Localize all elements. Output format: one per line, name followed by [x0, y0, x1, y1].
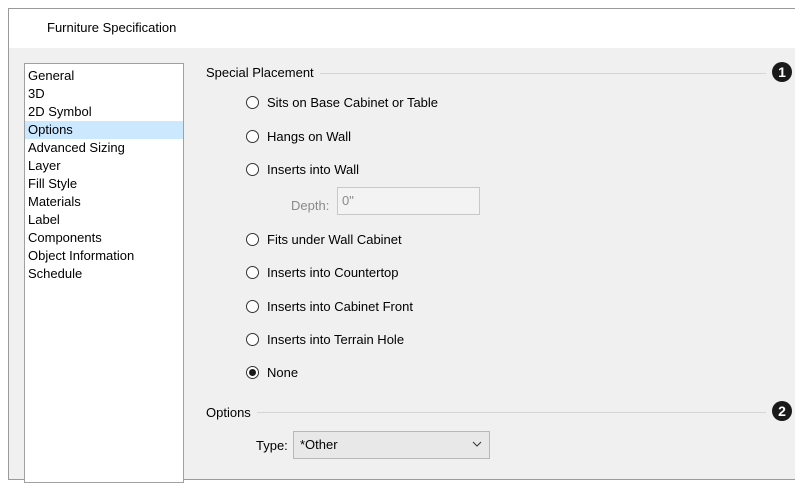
- radio-inserts-into-wall[interactable]: Inserts into Wall: [246, 160, 359, 178]
- radio-inserts-into-cabinet-front[interactable]: Inserts into Cabinet Front: [246, 297, 413, 315]
- sidebar-item-schedule[interactable]: Schedule: [25, 265, 183, 283]
- category-list[interactable]: General 3D 2D Symbol Options Advanced Si…: [24, 63, 184, 483]
- title-bar: Furniture Specification: [9, 9, 795, 48]
- radio-none[interactable]: None: [246, 363, 298, 381]
- callout-1-badge: 1: [772, 62, 792, 82]
- type-selected-value: *Other: [300, 437, 338, 452]
- radio-sits-on-base-cabinet[interactable]: Sits on Base Cabinet or Table: [246, 93, 438, 111]
- radio-button[interactable]: [246, 232, 259, 246]
- sidebar-item-2d-symbol[interactable]: 2D Symbol: [25, 103, 183, 121]
- radio-inserts-into-countertop[interactable]: Inserts into Countertop: [246, 263, 399, 281]
- sidebar-item-fill-style[interactable]: Fill Style: [25, 175, 183, 193]
- radio-label: Inserts into Countertop: [267, 264, 399, 280]
- radio-label: Inserts into Cabinet Front: [267, 298, 413, 314]
- radio-label: Inserts into Terrain Hole: [267, 331, 405, 347]
- sidebar-item-3d[interactable]: 3D: [25, 85, 183, 103]
- radio-hangs-on-wall[interactable]: Hangs on Wall: [246, 127, 351, 145]
- options-heading: Options: [206, 405, 257, 420]
- dialog-title: Furniture Specification: [47, 20, 177, 35]
- chevron-down-icon: [472, 441, 482, 447]
- sidebar-item-object-information[interactable]: Object Information: [25, 247, 183, 265]
- radio-label: Sits on Base Cabinet or Table: [267, 94, 439, 110]
- radio-label: None: [267, 364, 299, 380]
- radio-fits-under-wall-cabinet[interactable]: Fits under Wall Cabinet: [246, 230, 402, 248]
- sidebar-item-options[interactable]: Options: [25, 121, 183, 139]
- depth-field[interactable]: 0": [337, 187, 480, 215]
- radio-button-selected[interactable]: [246, 365, 259, 379]
- sidebar-item-advanced-sizing[interactable]: Advanced Sizing: [25, 139, 183, 157]
- sidebar-item-components[interactable]: Components: [25, 229, 183, 247]
- sidebar-item-materials[interactable]: Materials: [25, 193, 183, 211]
- options-divider: [206, 412, 766, 413]
- depth-label: Depth:: [291, 198, 330, 213]
- radio-inserts-into-terrain-hole[interactable]: Inserts into Terrain Hole: [246, 330, 404, 348]
- radio-label: Inserts into Wall: [267, 161, 359, 177]
- sidebar-item-layer[interactable]: Layer: [25, 157, 183, 175]
- radio-label: Hangs on Wall: [267, 128, 352, 144]
- radio-button[interactable]: [246, 95, 259, 109]
- special-placement-heading: Special Placement: [206, 65, 320, 80]
- radio-button[interactable]: [246, 299, 259, 313]
- sidebar-item-general[interactable]: General: [25, 67, 183, 85]
- callout-2-badge: 2: [772, 401, 792, 421]
- radio-button[interactable]: [246, 265, 259, 279]
- radio-button[interactable]: [246, 129, 259, 143]
- type-label: Type:: [256, 438, 288, 453]
- type-dropdown[interactable]: *Other: [293, 431, 490, 459]
- radio-button[interactable]: [246, 162, 259, 176]
- radio-button[interactable]: [246, 332, 259, 346]
- sidebar-item-label[interactable]: Label: [25, 211, 183, 229]
- radio-label: Fits under Wall Cabinet: [267, 231, 402, 247]
